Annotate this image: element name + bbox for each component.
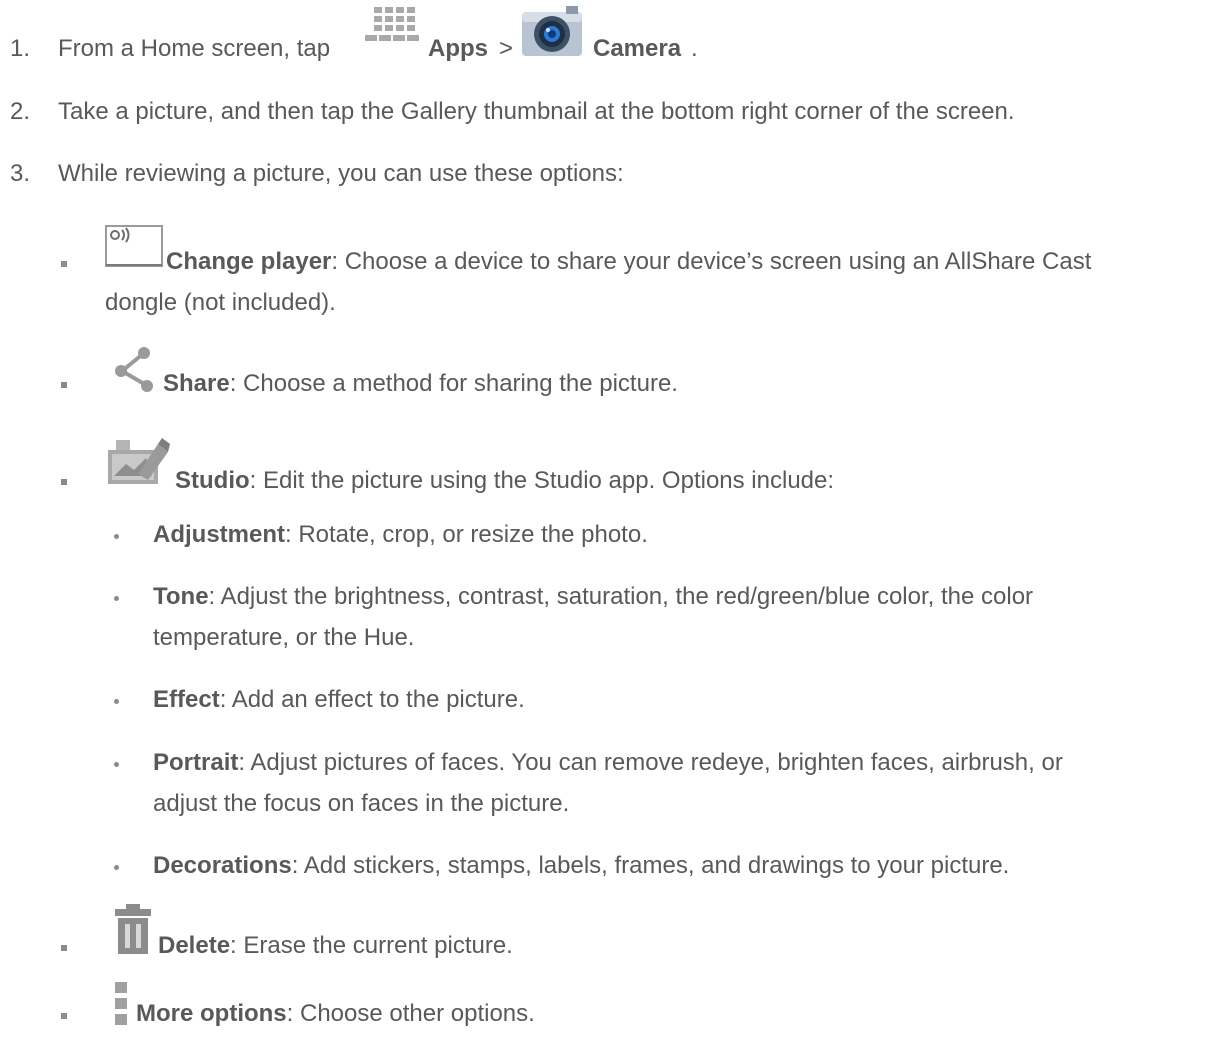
step-1-prefix: From a Home screen, tap — [58, 35, 331, 62]
step-number: 1. — [10, 35, 31, 62]
option-bullet — [61, 479, 67, 485]
step-1-text: From a Home screen, tap — [58, 35, 330, 63]
sub-bullet — [114, 762, 119, 767]
more-options-option: More options: Choose other options. — [136, 1000, 535, 1028]
studio-item-adjustment: Adjustment: Rotate, crop, or resize the … — [153, 521, 648, 549]
apps-label: Apps — [428, 35, 488, 62]
apps-grid-icon — [365, 7, 419, 41]
delete-option: Delete: Erase the current picture. — [158, 932, 513, 960]
decorations-label: Decorations — [153, 852, 292, 879]
studio-label: Studio — [175, 467, 250, 494]
studio-item-portrait: Portrait: Adjust pictures of faces. You … — [153, 749, 1063, 777]
option-bullet — [61, 382, 67, 388]
delete-label: Delete — [158, 932, 231, 959]
more-options-desc: : Choose other options. — [286, 1000, 535, 1027]
option-bullet — [61, 1013, 67, 1019]
change-player-icon — [105, 225, 163, 267]
camera-label: Camera — [593, 35, 682, 62]
delete-desc: : Erase the current picture. — [230, 932, 513, 959]
studio-desc: : Edit the picture using the Studio app.… — [249, 467, 835, 494]
step-2-text: Take a picture, and then tap the Gallery… — [58, 98, 1015, 125]
tone-label: Tone — [153, 583, 209, 610]
studio-item-tone: Tone: Adjust the brightness, contrast, s… — [153, 583, 1033, 611]
change-player-label: Change player — [166, 248, 332, 275]
decorations-desc: : Add stickers, stamps, labels, frames, … — [291, 852, 1010, 879]
adjustment-desc: : Rotate, crop, or resize the photo. — [285, 521, 648, 548]
adjustment-label: Adjustment — [153, 521, 285, 548]
option-bullet — [61, 261, 67, 267]
change-player-desc: : Choose a device to share your device’s… — [331, 248, 1092, 275]
option-bullet — [61, 945, 67, 951]
step-number: 3. — [10, 160, 31, 187]
camera-icon — [522, 6, 582, 56]
effect-desc: : Add an effect to the picture. — [219, 686, 525, 713]
portrait-desc: : Adjust pictures of faces. You can remo… — [238, 749, 1063, 776]
path-separator: > — [499, 35, 514, 62]
tone-desc-line-2: temperature, or the Hue. — [153, 624, 415, 651]
studio-item-decorations: Decorations: Add stickers, stamps, label… — [153, 852, 1009, 880]
studio-option: Studio: Edit the picture using the Studi… — [175, 467, 834, 495]
share-icon — [115, 347, 153, 392]
more-options-label: More options — [136, 1000, 287, 1027]
sub-bullet — [114, 534, 119, 539]
tone-desc: : Adjust the brightness, contrast, satur… — [208, 583, 1034, 610]
effect-label: Effect — [153, 686, 220, 713]
change-player-line-1: Change player: Choose a device to share … — [166, 248, 1091, 276]
step-1-period: . — [691, 35, 698, 62]
step-number: 2. — [10, 98, 31, 125]
share-label: Share — [163, 370, 230, 397]
share-desc: : Choose a method for sharing the pictur… — [229, 370, 678, 397]
step-3-text: While reviewing a picture, you can use t… — [58, 160, 624, 187]
change-player-line-2: dongle (not included). — [105, 289, 336, 316]
portrait-desc-line-2: adjust the focus on faces in the picture… — [153, 790, 570, 817]
sub-bullet — [114, 596, 119, 601]
studio-item-effect: Effect: Add an effect to the picture. — [153, 686, 525, 714]
portrait-label: Portrait — [153, 749, 239, 776]
share-option: Share: Choose a method for sharing the p… — [163, 370, 678, 398]
delete-icon — [115, 904, 151, 954]
studio-icon — [108, 438, 170, 484]
sub-bullet — [114, 865, 119, 870]
more-options-icon — [115, 982, 127, 1025]
sub-bullet — [114, 699, 119, 704]
